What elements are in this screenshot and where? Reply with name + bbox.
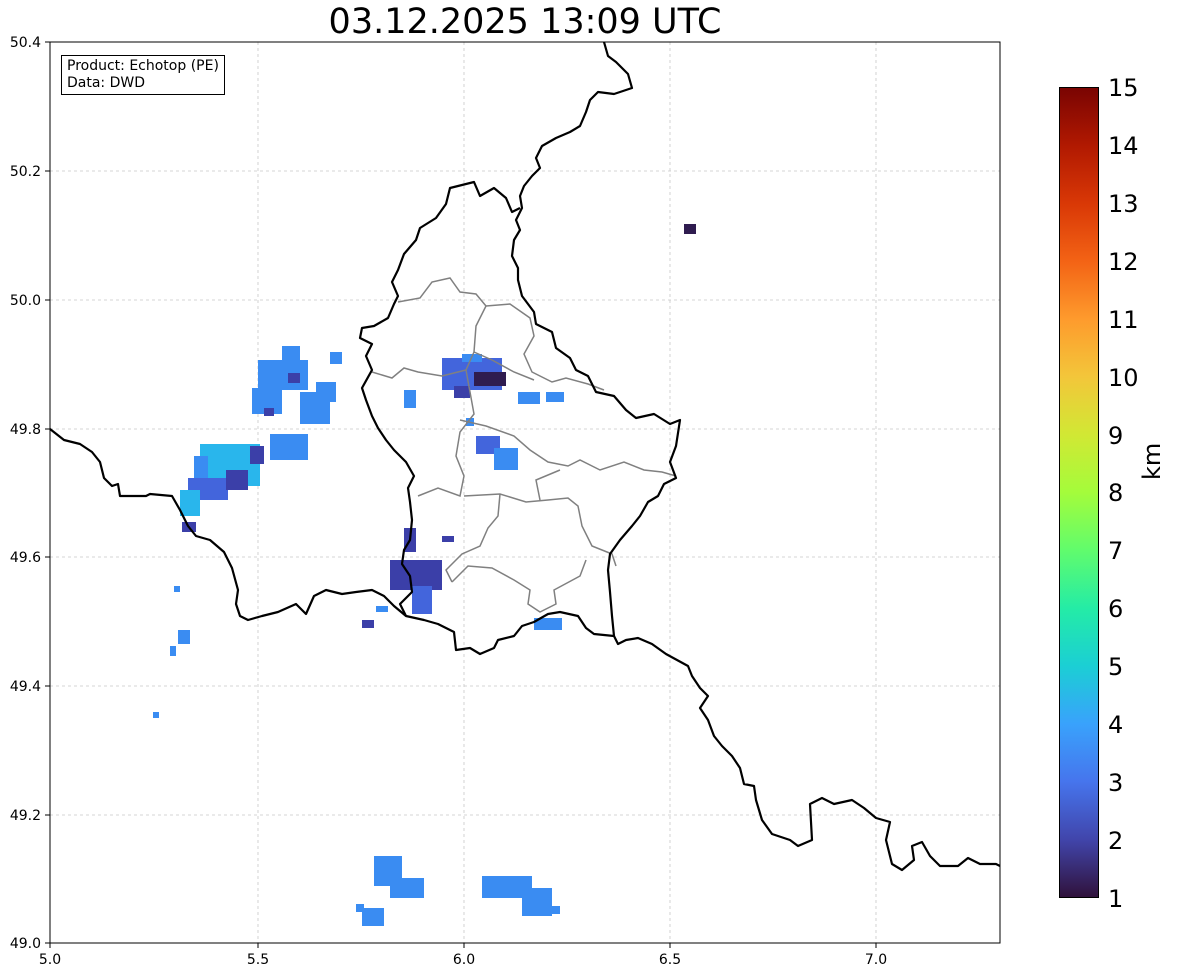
echo-cell	[153, 712, 159, 718]
echo-cell	[522, 888, 552, 916]
x-tick-label: 5.5	[247, 952, 269, 968]
echo-cell	[454, 386, 470, 398]
y-tick-label: 50.2	[10, 164, 41, 180]
echo-cell	[474, 372, 506, 386]
y-tick-label: 49.4	[10, 679, 41, 695]
country-borders	[49, 41, 1001, 872]
echo-cell	[174, 586, 180, 592]
colorbar-tick: 4	[1108, 711, 1124, 739]
echo-cell	[362, 908, 384, 926]
echo-cell	[376, 606, 388, 612]
echo-cell	[494, 448, 518, 470]
echo-cell	[180, 490, 200, 516]
colorbar-tick: 1	[1108, 885, 1124, 913]
echo-cell	[442, 536, 454, 542]
echo-cell	[258, 360, 308, 390]
radar-map: 5.0 5.5 6.0 6.5 7.0 49.0 49.2 49.4 49.6 …	[10, 35, 1001, 968]
colorbar-tick: 3	[1108, 769, 1124, 797]
y-tick-label: 49.0	[10, 936, 41, 952]
echo-cell	[362, 620, 374, 628]
map-title: 03.12.2025 13:09 UTC	[328, 2, 722, 42]
data-source-label: Data: DWD	[67, 75, 145, 91]
echo-cell	[390, 560, 442, 590]
echo-cell	[170, 646, 176, 656]
echo-cell	[250, 446, 264, 464]
colorbar-tick: 6	[1108, 595, 1124, 623]
echo-cell	[684, 224, 696, 234]
colorbar-tick: 11	[1108, 306, 1139, 334]
y-tick-label: 50.0	[10, 293, 41, 309]
echo-cell	[226, 470, 248, 490]
colorbar	[1059, 87, 1099, 898]
echo-cell	[404, 390, 416, 408]
colorbar-label: km	[1138, 442, 1166, 480]
colorbar-tick: 8	[1108, 479, 1124, 507]
echo-cell	[330, 352, 342, 364]
colorbar-tick: 12	[1108, 248, 1139, 276]
echo-cell	[316, 382, 336, 402]
x-tick-label: 6.5	[659, 952, 681, 968]
x-tick-label: 5.0	[39, 952, 61, 968]
y-tick-label: 49.6	[10, 550, 41, 566]
product-label: Product: Echotop (PE)	[67, 58, 219, 74]
echo-cell	[356, 904, 364, 912]
colorbar-tick: 15	[1108, 74, 1139, 102]
echo-cell	[264, 408, 274, 416]
echo-cell	[412, 586, 432, 614]
x-tick-label: 7.0	[865, 952, 887, 968]
echo-cell	[178, 630, 190, 644]
echo-cell	[390, 878, 424, 898]
echo-cell	[270, 434, 308, 460]
echo-cell	[288, 373, 300, 383]
info-box: Product: Echotop (PE) Data: DWD	[61, 55, 225, 95]
echo-cell	[518, 392, 540, 404]
echo-cell	[282, 346, 300, 362]
echo-cell	[546, 392, 564, 402]
echo-cell	[552, 906, 560, 914]
y-tick-label: 50.4	[10, 35, 41, 51]
colorbar-tick: 10	[1108, 364, 1139, 392]
colorbar-tick: 13	[1108, 190, 1139, 218]
colorbar-tick: 9	[1108, 422, 1124, 450]
colorbar-tick: 2	[1108, 827, 1124, 855]
colorbar-tick: 5	[1108, 653, 1124, 681]
colorbar-tick: 14	[1108, 132, 1139, 160]
x-tick-label: 6.0	[453, 952, 475, 968]
y-tick-label: 49.8	[10, 422, 41, 438]
y-tick-label: 49.2	[10, 808, 41, 824]
colorbar-tick: 7	[1108, 537, 1124, 565]
